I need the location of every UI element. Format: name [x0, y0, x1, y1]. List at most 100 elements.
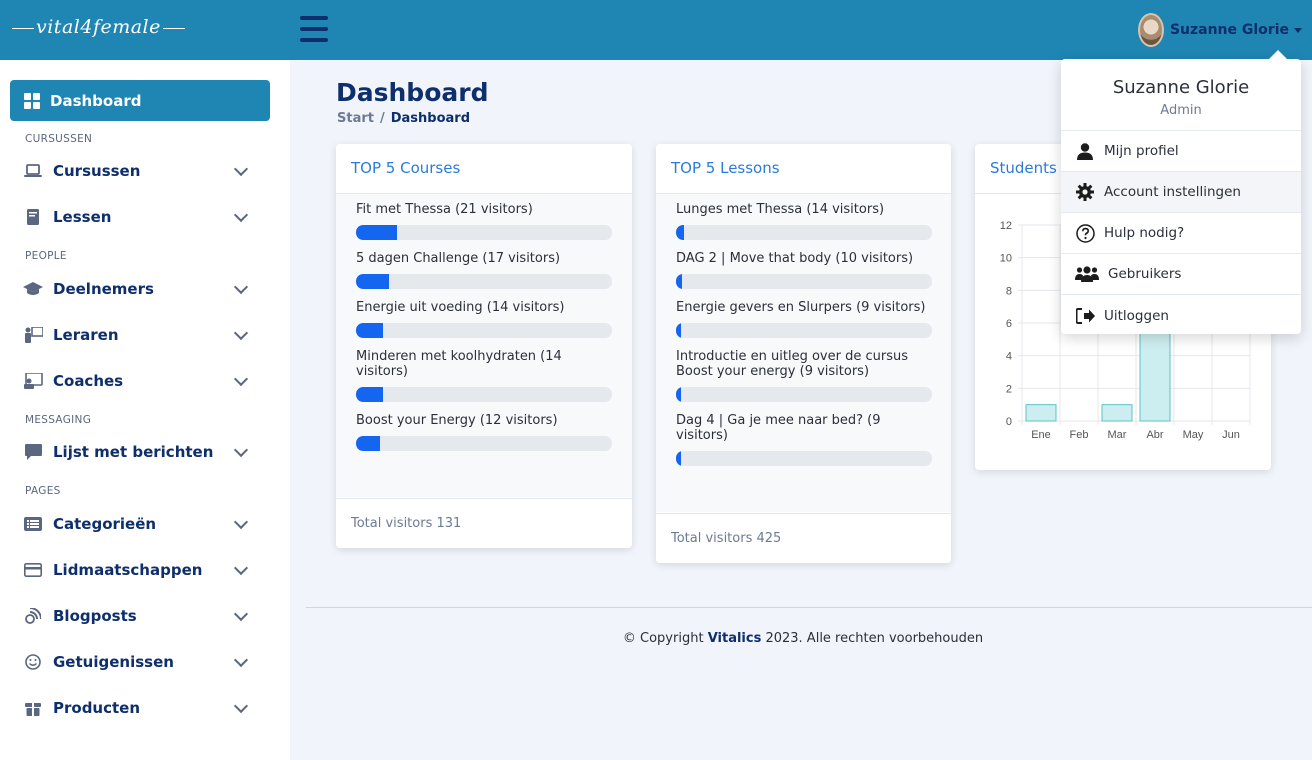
menu-item-label: Uitloggen — [1104, 307, 1169, 324]
x-tick-label: Feb — [1070, 429, 1089, 441]
logout-icon — [1075, 306, 1095, 326]
menu-item-uitloggen[interactable]: Uitloggen — [1061, 295, 1301, 336]
section-label: MESSAGING — [25, 414, 92, 426]
total-visitors: Total visitors 425 — [656, 513, 951, 563]
list-item: Dag 4 | Ga je mee naar bed? (9 visitors) — [676, 413, 932, 466]
list-item: Introductie en uitleg over de cursus Boo… — [676, 349, 932, 402]
footer-suffix: 2023. Alle rechten voorbehouden — [761, 631, 984, 646]
y-tick-label: 2 — [1006, 383, 1012, 395]
sidebar-item-getuigenissen[interactable]: Getuigenissen — [22, 647, 249, 677]
progress-label: Dag 4 | Ga je mee naar bed? (9 visitors) — [676, 413, 881, 443]
progress-label: Lunges met Thessa (14 visitors) — [676, 202, 885, 217]
chevron-down-icon — [233, 161, 249, 177]
list-item: 5 dagen Challenge (17 visitors) — [356, 251, 612, 289]
progress-track — [676, 451, 932, 466]
list-item: Energie uit voeding (14 visitors) — [356, 300, 612, 338]
progress-fill — [676, 274, 683, 289]
list-item: Fit met Thessa (21 visitors) — [356, 202, 612, 240]
progress-track — [356, 225, 612, 240]
chart-bar — [1025, 404, 1057, 422]
dropdown-user-role: Admin — [1160, 103, 1202, 118]
sidebar-item-deelnemers[interactable]: Deelnemers — [22, 274, 249, 304]
sidebar-item-label: Dashboard — [50, 91, 142, 110]
menu-item-gebruikers[interactable]: Gebruikers — [1061, 254, 1301, 295]
coach-icon — [22, 372, 44, 390]
progress-track — [676, 225, 932, 240]
breadcrumb-separator: / — [379, 111, 385, 126]
chevron-down-icon — [233, 371, 249, 387]
sidebar-item-blogposts[interactable]: Blogposts — [22, 601, 249, 631]
list-item: Energie gevers en Slurpers (9 visitors) — [676, 300, 932, 338]
progress-track — [676, 274, 932, 289]
sidebar-item-lessen[interactable]: Lessen — [22, 202, 249, 232]
avatar — [1137, 13, 1164, 47]
sidebar-item-label: Getuigenissen — [53, 653, 174, 671]
app-logo[interactable]: vital4female — [10, 16, 187, 38]
user-dropdown-menu: Suzanne Glorie Admin Mijn profiel Accoun… — [1061, 50, 1301, 336]
section-label: PEOPLE — [25, 250, 67, 262]
progress-fill — [356, 436, 380, 451]
progress-list: Lunges met Thessa (14 visitors) DAG 2 | … — [656, 194, 951, 512]
message-icon — [22, 443, 44, 461]
menu-item-label: Hulp nodig? — [1104, 225, 1185, 241]
breadcrumb-current: Dashboard — [390, 111, 471, 126]
menu-toggle-icon[interactable] — [300, 16, 328, 42]
section-label: PAGES — [25, 485, 61, 497]
sidebar-item-label: Cursussen — [53, 162, 141, 180]
menu-item-mijn-profiel[interactable]: Mijn profiel — [1061, 131, 1301, 172]
user-menu-toggle[interactable]: Suzanne Glorie — [1137, 12, 1302, 48]
y-tick-label: 0 — [1006, 416, 1012, 428]
sidebar-item-producten[interactable]: Producten — [22, 693, 249, 723]
sidebar-item-categorieen[interactable]: Categorieën — [22, 509, 249, 539]
x-tick-label: Mar — [1108, 429, 1127, 441]
progress-track — [356, 387, 612, 402]
footer-brand: Vitalics — [707, 631, 762, 646]
footer-prefix: © Copyright — [622, 631, 708, 646]
y-tick-label: 8 — [1006, 285, 1012, 297]
progress-label: Fit met Thessa (21 visitors) — [356, 202, 533, 217]
progress-list: Fit met Thessa (21 visitors) 5 dagen Cha… — [336, 194, 632, 497]
sidebar-item-label: Leraren — [53, 326, 119, 344]
user-icon — [1075, 141, 1095, 161]
y-tick-label: 4 — [1006, 351, 1012, 363]
sidebar-item-lidmaatschappen[interactable]: Lidmaatschappen — [22, 555, 249, 585]
y-tick-label: 12 — [1000, 220, 1012, 232]
list-item: Lunges met Thessa (14 visitors) — [676, 202, 932, 240]
list-icon — [22, 515, 44, 533]
progress-fill — [676, 323, 682, 338]
progress-track — [356, 436, 612, 451]
gear-icon — [1075, 182, 1095, 202]
x-tick-label: Ene — [1031, 429, 1051, 441]
x-tick-label: Abr — [1146, 429, 1163, 441]
chevron-down-icon — [233, 560, 249, 576]
progress-label: Minderen met koolhydraten (14 visitors) — [356, 349, 562, 379]
sidebar-item-coaches[interactable]: Coaches — [22, 366, 249, 396]
sidebar-item-berichten[interactable]: Lijst met berichten — [22, 437, 249, 467]
progress-fill — [676, 387, 682, 402]
smile-icon — [22, 653, 44, 671]
progress-track — [356, 274, 612, 289]
chevron-down-icon — [233, 514, 249, 530]
x-tick-label: May — [1183, 429, 1204, 441]
teacher-icon — [22, 326, 44, 344]
card-title: TOP 5 Lessons — [656, 144, 951, 194]
y-tick-label: 6 — [1006, 318, 1012, 330]
footer-divider — [306, 607, 1312, 608]
progress-label: Energie uit voeding (14 visitors) — [356, 300, 565, 315]
list-item: DAG 2 | Move that body (10 visitors) — [676, 251, 932, 289]
progress-fill — [356, 387, 384, 402]
blog-icon — [22, 607, 44, 625]
y-tick-label: 10 — [1000, 253, 1012, 265]
sidebar-item-dashboard[interactable]: Dashboard — [10, 80, 270, 121]
book-icon — [22, 208, 44, 226]
sidebar-item-cursussen[interactable]: Cursussen — [22, 156, 249, 186]
top-courses-card: TOP 5 Courses Fit met Thessa (21 visitor… — [336, 144, 632, 548]
sidebar-item-leraren[interactable]: Leraren — [22, 320, 249, 350]
footer: © Copyright Vitalics 2023. Alle rechten … — [0, 631, 1312, 646]
menu-item-account-instellingen[interactable]: Account instellingen — [1061, 172, 1301, 213]
sidebar-item-label: Coaches — [53, 372, 124, 390]
breadcrumb-start-link[interactable]: Start — [337, 111, 374, 126]
sidebar-item-label: Categorieën — [53, 515, 157, 533]
progress-track — [676, 323, 932, 338]
menu-item-hulp-nodig[interactable]: Hulp nodig? — [1061, 213, 1301, 254]
